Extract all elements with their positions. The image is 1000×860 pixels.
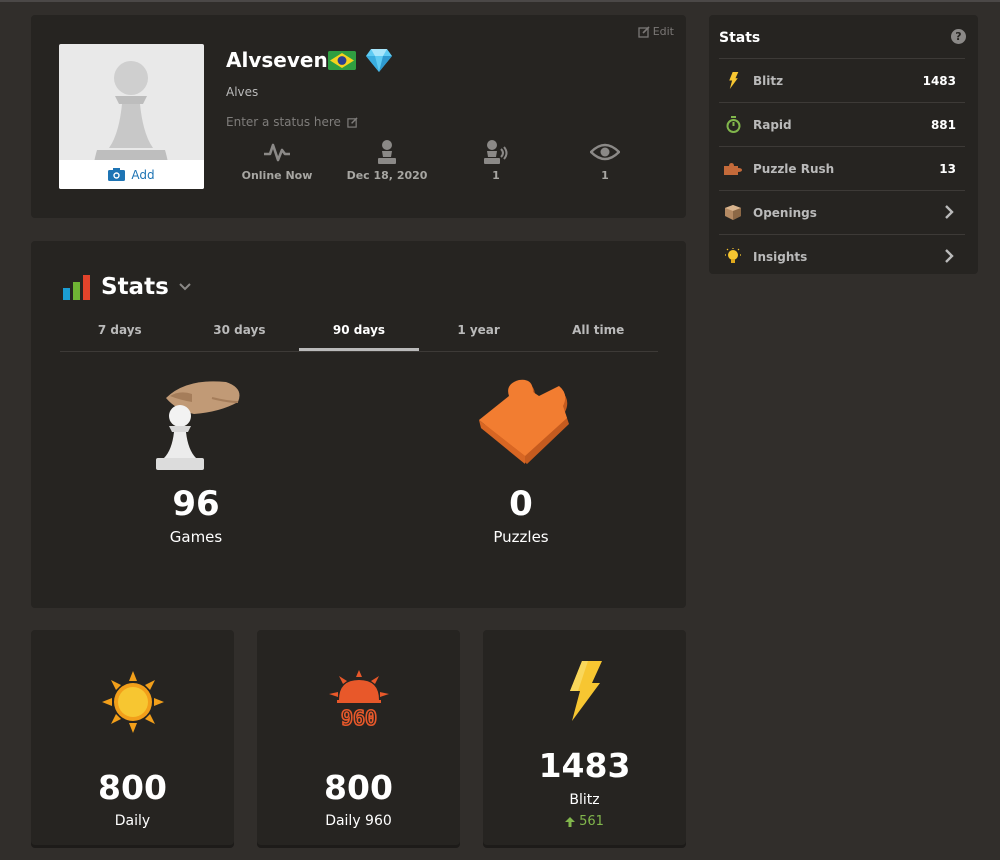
sidebar-item-label: Rapid bbox=[753, 117, 792, 132]
sidebar-item-blitz[interactable]: Blitz 1483 bbox=[719, 58, 965, 102]
profile-card: Edit Add Alvseven Alves Enter a status h… bbox=[31, 15, 686, 218]
bar-chart-icon bbox=[63, 275, 90, 300]
followers-icon bbox=[484, 140, 508, 164]
rating-card-daily-960[interactable]: 960 800 Daily 960 bbox=[257, 630, 460, 845]
profile-stat-value: 1 bbox=[601, 169, 609, 182]
puzzle-rush-icon bbox=[724, 162, 742, 175]
arrow-up-icon bbox=[565, 816, 576, 827]
daily-rating: 800 bbox=[98, 768, 167, 807]
daily-960-icon: 960 bbox=[329, 670, 389, 730]
sidebar-item-insights[interactable]: Insights bbox=[719, 234, 965, 278]
profile-stat-joined: Dec 18, 2020 bbox=[327, 139, 447, 182]
brazil-flag-icon bbox=[328, 51, 356, 70]
lightbulb-icon bbox=[725, 248, 741, 263]
top-border bbox=[0, 0, 1000, 2]
stats-sidebar: Stats ? Blitz 1483 Rapid 881 Puzzle Rush… bbox=[709, 15, 978, 274]
real-name: Alves bbox=[226, 85, 259, 99]
status-placeholder: Enter a status here bbox=[226, 115, 341, 129]
profile-stat-value: Online Now bbox=[241, 169, 313, 182]
sun-icon bbox=[102, 671, 164, 733]
sidebar-item-label: Insights bbox=[753, 249, 808, 264]
blitz-change-value: 561 bbox=[579, 814, 604, 829]
stats-title: Stats bbox=[101, 274, 169, 300]
openings-book-icon bbox=[725, 205, 741, 220]
avatar-add-label: Add bbox=[131, 167, 155, 182]
time-range-tabs: 7 days 30 days 90 days 1 year All time bbox=[60, 321, 658, 352]
puzzles-label: Puzzles bbox=[493, 528, 549, 546]
username: Alvseven bbox=[226, 48, 328, 72]
chevron-right-icon bbox=[945, 205, 954, 219]
rating-card-daily[interactable]: 800 Daily bbox=[31, 630, 234, 845]
sidebar-item-puzzle-rush[interactable]: Puzzle Rush 13 bbox=[719, 146, 965, 190]
games-label: Games bbox=[169, 528, 223, 546]
sidebar-item-value: 13 bbox=[939, 161, 956, 176]
blitz-rating-change: 561 bbox=[483, 814, 686, 829]
tab-7-days[interactable]: 7 days bbox=[60, 321, 180, 351]
rating-card-blitz[interactable]: 1483 Blitz 561 bbox=[483, 630, 686, 845]
chevron-down-icon bbox=[179, 283, 191, 291]
activity-pulse-icon bbox=[264, 143, 290, 162]
tab-all-time[interactable]: All time bbox=[538, 321, 658, 351]
blitz-rating: 1483 bbox=[538, 746, 631, 785]
chevron-right-icon bbox=[945, 249, 954, 263]
sidebar-item-label: Openings bbox=[753, 205, 817, 220]
daily-960-rating: 800 bbox=[324, 768, 393, 807]
profile-stat-online: Online Now bbox=[217, 139, 337, 182]
sidebar-item-openings[interactable]: Openings bbox=[719, 190, 965, 234]
profile-stat-value: 1 bbox=[492, 169, 500, 182]
sidebar-item-label: Blitz bbox=[753, 73, 784, 88]
edit-profile-link[interactable]: Edit bbox=[638, 25, 674, 38]
puzzles-stat: 0 Puzzles bbox=[421, 376, 621, 546]
games-stat: 96 Games bbox=[96, 376, 296, 546]
edit-status-icon bbox=[347, 116, 358, 128]
sidebar-title: Stats bbox=[719, 30, 761, 46]
profile-stat-views: 1 bbox=[545, 139, 665, 182]
camera-icon bbox=[108, 168, 126, 181]
sidebar-item-rapid[interactable]: Rapid 881 bbox=[719, 102, 965, 146]
games-count: 96 bbox=[172, 484, 220, 524]
profile-stat-followers[interactable]: 1 bbox=[436, 139, 556, 182]
lightning-icon bbox=[570, 661, 602, 721]
help-icon[interactable]: ? bbox=[951, 29, 966, 44]
blitz-label: Blitz bbox=[569, 792, 600, 808]
hand-pawn-icon bbox=[156, 381, 240, 470]
lightning-icon bbox=[728, 72, 738, 89]
tab-30-days[interactable]: 30 days bbox=[180, 321, 300, 351]
member-since-icon bbox=[378, 140, 396, 164]
edit-icon bbox=[638, 25, 650, 38]
daily-label: Daily bbox=[114, 813, 151, 829]
daily-960-label: Daily 960 bbox=[325, 813, 392, 829]
sidebar-list: Blitz 1483 Rapid 881 Puzzle Rush 13 Open… bbox=[719, 58, 965, 278]
avatar[interactable]: Add bbox=[59, 44, 204, 189]
edit-label: Edit bbox=[652, 25, 674, 38]
diamond-membership-icon bbox=[366, 49, 392, 72]
sidebar-item-value: 1483 bbox=[922, 73, 956, 88]
stats-title-dropdown[interactable]: Stats bbox=[63, 274, 191, 300]
puzzles-count: 0 bbox=[509, 484, 533, 524]
tab-1-year[interactable]: 1 year bbox=[419, 321, 539, 351]
avatar-add-button[interactable]: Add bbox=[59, 160, 204, 189]
profile-stat-value: Dec 18, 2020 bbox=[346, 169, 428, 182]
svg-text:960: 960 bbox=[341, 706, 377, 730]
views-eye-icon bbox=[590, 143, 620, 161]
sidebar-item-value: 881 bbox=[930, 117, 956, 132]
status-input[interactable]: Enter a status here bbox=[226, 115, 358, 129]
stopwatch-icon bbox=[726, 116, 740, 133]
sidebar-item-label: Puzzle Rush bbox=[753, 161, 835, 176]
stats-card: Stats 7 days 30 days 90 days 1 year All … bbox=[31, 241, 686, 608]
tab-90-days[interactable]: 90 days bbox=[299, 321, 419, 351]
puzzle-piece-icon bbox=[479, 379, 569, 464]
